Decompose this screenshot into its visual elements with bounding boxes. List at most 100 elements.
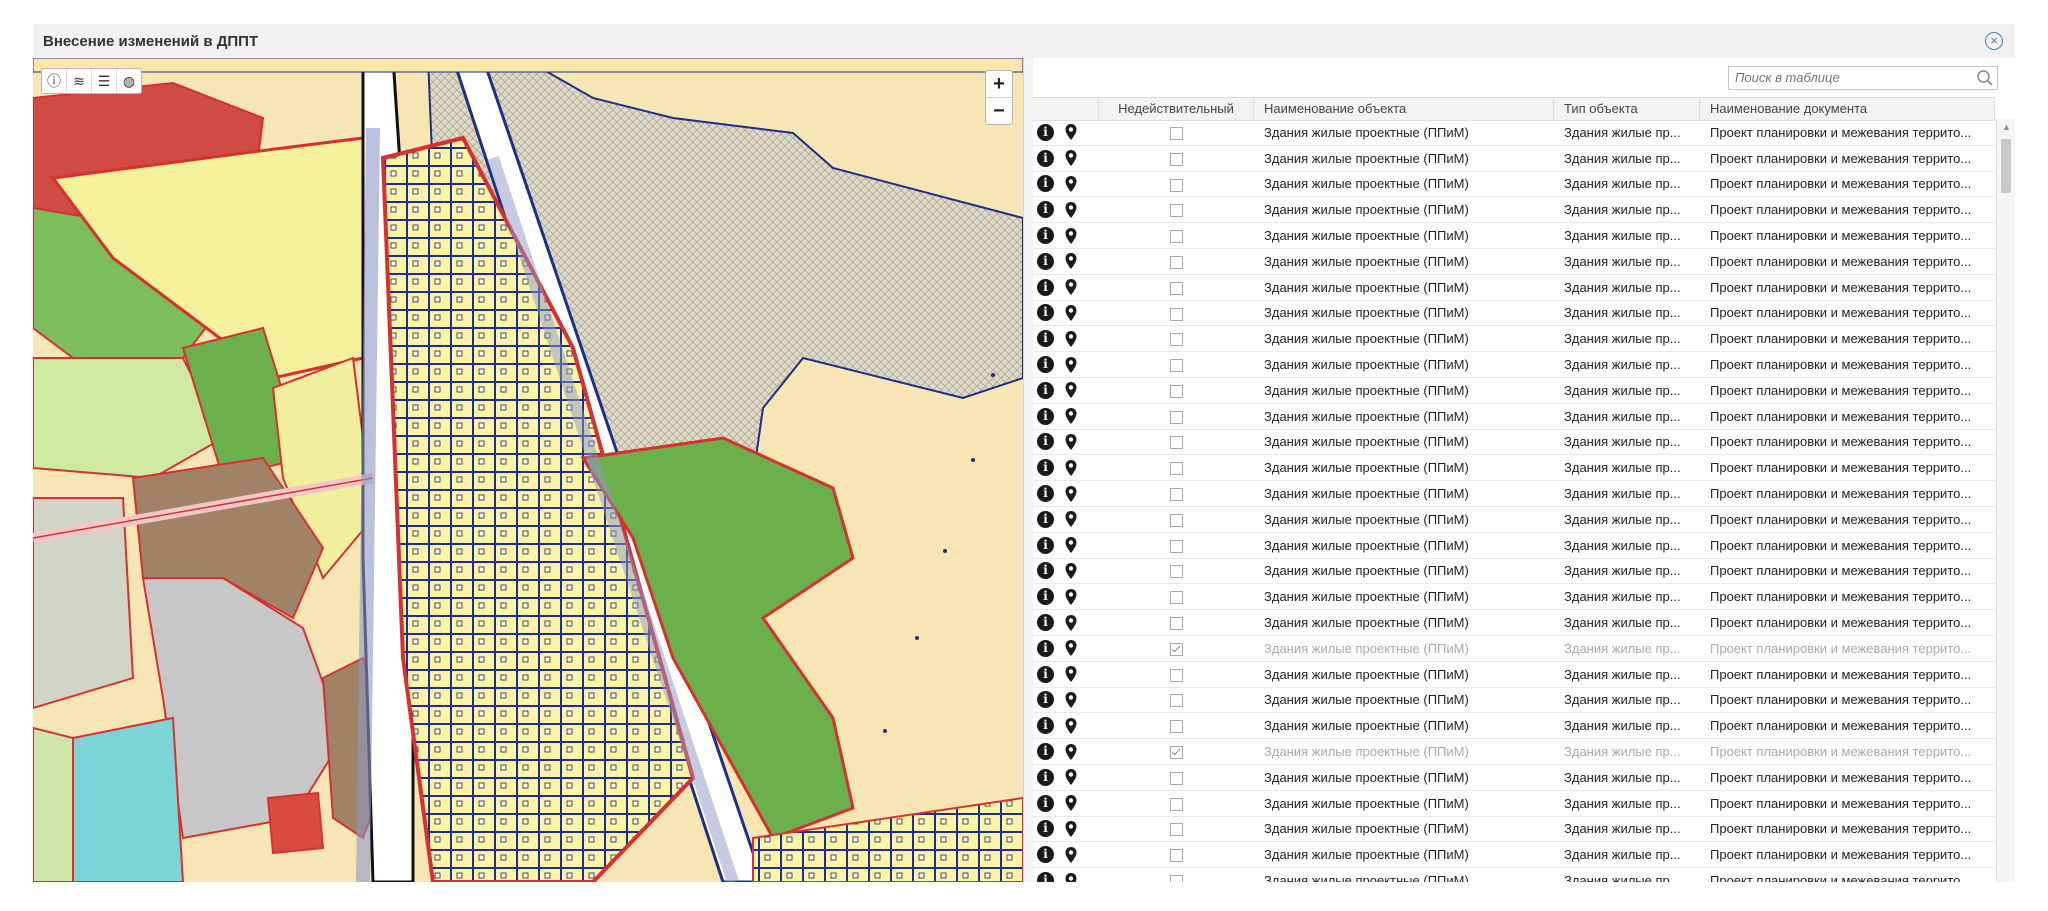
- info-icon[interactable]: i: [1037, 304, 1054, 322]
- map-marker-icon[interactable]: [1064, 330, 1078, 348]
- invalid-checkbox[interactable]: [1170, 410, 1183, 424]
- map-marker-icon[interactable]: [1064, 252, 1078, 270]
- map-marker-icon[interactable]: [1064, 510, 1078, 528]
- table-row[interactable]: i Здания жилые проектные (ППиМ) Здания жил…: [1033, 610, 1995, 636]
- info-icon[interactable]: i: [1037, 717, 1054, 735]
- invalid-checkbox[interactable]: [1170, 281, 1183, 295]
- map-marker-icon[interactable]: [1064, 356, 1078, 374]
- map-marker-icon[interactable]: [1064, 175, 1078, 193]
- table-row[interactable]: i Здания жилые проектные (ППиМ) Здания жил…: [1033, 326, 1995, 353]
- info-icon[interactable]: i: [1037, 227, 1054, 245]
- info-icon[interactable]: i: [1037, 614, 1054, 632]
- invalid-checkbox[interactable]: [1170, 668, 1183, 682]
- invalid-checkbox[interactable]: [1170, 126, 1183, 140]
- table-row[interactable]: i Здания жилые проектные (ППиМ) Здания жил…: [1033, 172, 1995, 198]
- invalid-checkbox[interactable]: [1170, 230, 1183, 244]
- header-document-name[interactable]: Наименование документа: [1700, 98, 1995, 120]
- info-icon[interactable]: i: [1037, 407, 1054, 425]
- invalid-checkbox[interactable]: [1170, 359, 1183, 373]
- map-marker-icon[interactable]: [1064, 433, 1078, 451]
- table-scrollbar[interactable]: ▲: [1996, 119, 2015, 882]
- invalid-checkbox[interactable]: [1170, 152, 1183, 166]
- invalid-checkbox[interactable]: [1170, 746, 1183, 760]
- invalid-checkbox[interactable]: [1170, 694, 1183, 708]
- map-marker-icon[interactable]: [1064, 536, 1078, 554]
- map-marker-icon[interactable]: [1064, 717, 1078, 735]
- info-icon[interactable]: i: [1037, 433, 1054, 451]
- info-icon[interactable]: i: [1037, 381, 1054, 399]
- map-marker-icon[interactable]: [1064, 820, 1078, 838]
- map-marker-icon[interactable]: [1064, 588, 1078, 606]
- table-search-input[interactable]: [1729, 67, 1971, 87]
- table-row[interactable]: i Здания жилые проектные (ППиМ) Здания жил…: [1033, 481, 1995, 507]
- table-row[interactable]: i Здания жилые проектные (ППиМ) Здания жил…: [1033, 559, 1995, 585]
- info-icon[interactable]: i: [1037, 175, 1054, 193]
- info-icon[interactable]: i: [1037, 562, 1054, 580]
- invalid-checkbox[interactable]: [1170, 875, 1183, 882]
- table-row[interactable]: i Здания жилые проектные (ППиМ) Здания жил…: [1033, 584, 1995, 611]
- map-marker-icon[interactable]: [1064, 381, 1078, 399]
- info-icon[interactable]: i: [1037, 665, 1054, 683]
- globe-icon[interactable]: ◍: [117, 69, 141, 93]
- table-row[interactable]: i Здания жилые проектные (ППиМ) Здания жил…: [1033, 662, 1995, 688]
- table-row[interactable]: i Здания жилые проектные (ППиМ) Здания жил…: [1033, 120, 1995, 146]
- invalid-checkbox[interactable]: [1170, 178, 1183, 192]
- invalid-checkbox[interactable]: [1170, 797, 1183, 811]
- info-icon[interactable]: i: [1037, 149, 1054, 167]
- header-object-name[interactable]: Наименование объекта: [1254, 98, 1554, 120]
- invalid-checkbox[interactable]: [1170, 617, 1183, 631]
- info-icon[interactable]: i: [1037, 485, 1054, 503]
- map-marker-icon[interactable]: [1064, 459, 1078, 477]
- zoom-out-button[interactable]: −: [986, 98, 1012, 124]
- info-icon[interactable]: i: [1037, 356, 1054, 374]
- invalid-checkbox[interactable]: [1170, 591, 1183, 605]
- map-marker-icon[interactable]: [1064, 227, 1078, 245]
- invalid-checkbox[interactable]: [1170, 384, 1183, 398]
- map-marker-icon[interactable]: [1064, 407, 1078, 425]
- map-marker-icon[interactable]: [1064, 562, 1078, 580]
- invalid-checkbox[interactable]: [1170, 204, 1183, 218]
- info-icon[interactable]: i: [1037, 691, 1054, 709]
- table-row[interactable]: i Здания жилые проектные (ППиМ) Здания жил…: [1033, 146, 1995, 172]
- invalid-checkbox[interactable]: [1170, 255, 1183, 269]
- table-row[interactable]: i Здания жилые проектные (ППиМ) Здания жил…: [1033, 688, 1995, 714]
- map-marker-icon[interactable]: [1064, 768, 1078, 786]
- info-icon[interactable]: i: [1037, 201, 1054, 219]
- map-marker-icon[interactable]: [1064, 485, 1078, 503]
- invalid-checkbox[interactable]: [1170, 642, 1183, 656]
- table-row[interactable]: i Здания жилые проектные (ППиМ) Здания жил…: [1033, 791, 1995, 817]
- invalid-checkbox[interactable]: [1170, 565, 1183, 579]
- table-row[interactable]: i Здания жилые проектные (ППиМ) Здания жил…: [1033, 868, 1995, 882]
- invalid-checkbox[interactable]: [1170, 488, 1183, 502]
- invalid-checkbox[interactable]: [1170, 307, 1183, 321]
- list-icon[interactable]: ☰: [92, 69, 117, 93]
- info-icon[interactable]: i: [1037, 330, 1054, 348]
- info-icon[interactable]: i: [1037, 768, 1054, 786]
- invalid-checkbox[interactable]: [1170, 436, 1183, 450]
- info-icon[interactable]: i: [1037, 794, 1054, 812]
- table-row[interactable]: i Здания жилые проектные (ППиМ) Здания жил…: [1033, 739, 1995, 765]
- header-object-type[interactable]: Тип объекта: [1554, 98, 1700, 120]
- search-icon[interactable]: [1976, 69, 1994, 87]
- invalid-checkbox[interactable]: [1170, 539, 1183, 553]
- table-row[interactable]: i Здания жилые проектные (ППиМ) Здания жил…: [1033, 223, 1995, 249]
- info-icon[interactable]: i: [1037, 846, 1054, 864]
- map-marker-icon[interactable]: [1064, 872, 1078, 883]
- invalid-checkbox[interactable]: [1170, 849, 1183, 863]
- scroll-thumb[interactable]: [2001, 139, 2011, 193]
- info-icon[interactable]: i: [1037, 536, 1054, 554]
- map-marker-icon[interactable]: [1064, 665, 1078, 683]
- table-row[interactable]: i Здания жилые проектные (ППиМ) Здания жил…: [1033, 430, 1995, 456]
- invalid-checkbox[interactable]: [1170, 823, 1183, 837]
- close-icon[interactable]: ×: [1985, 32, 2003, 50]
- info-icon[interactable]: i: [1037, 639, 1054, 657]
- map-marker-icon[interactable]: [1064, 123, 1078, 141]
- map-marker-icon[interactable]: [1064, 743, 1078, 761]
- map-canvas[interactable]: [33, 58, 1023, 882]
- map-marker-icon[interactable]: [1064, 639, 1078, 657]
- info-icon[interactable]: i: [1037, 820, 1054, 838]
- table-row[interactable]: i Здания жилые проектные (ППиМ) Здания жил…: [1033, 765, 1995, 791]
- map-marker-icon[interactable]: [1064, 794, 1078, 812]
- map-view[interactable]: ⓘ ≋ ☰ ◍ + −: [33, 58, 1023, 882]
- map-marker-icon[interactable]: [1064, 149, 1078, 167]
